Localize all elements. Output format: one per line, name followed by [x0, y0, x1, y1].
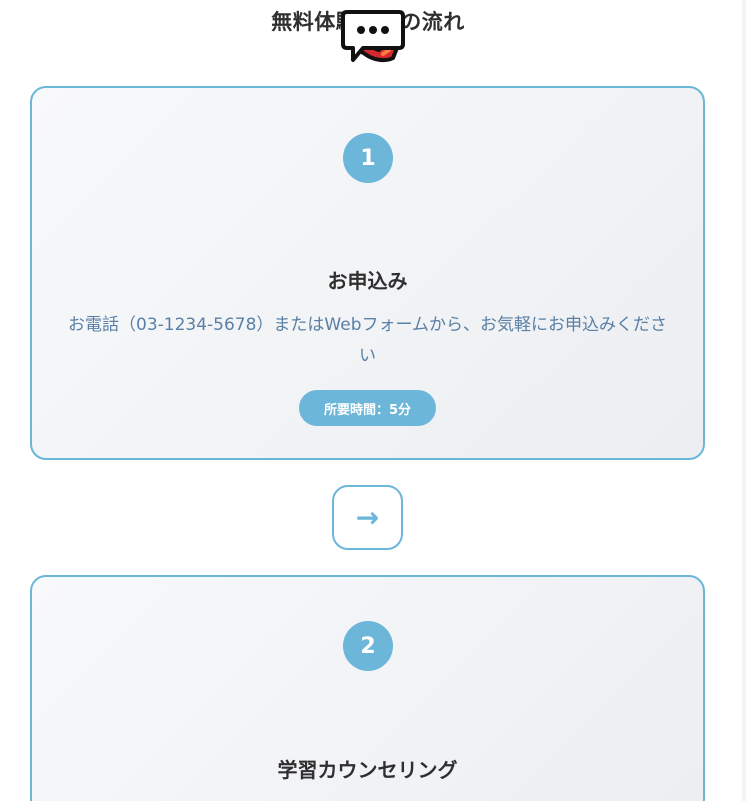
step-title-1: お申込み: [327, 269, 408, 293]
step-number-badge-1: 1: [343, 133, 393, 183]
time-required-badge: 所要時間：5分: [299, 390, 436, 426]
step-number-badge-2: 2: [343, 621, 393, 671]
step-description-1: お電話（03-1234-5678）またはWebフォームから、お気軽にお申込みくだ…: [68, 315, 667, 366]
step-connector-arrow: →: [332, 485, 403, 550]
scrollbar-track[interactable]: [742, 0, 746, 801]
speech-bubble-icon: [341, 10, 405, 62]
page: 無料体験授業の流れ 1 お申込み お電話（03-1234-5678）またはWeb…: [0, 0, 746, 801]
step-title-2: 学習カウンセリング: [277, 758, 458, 782]
